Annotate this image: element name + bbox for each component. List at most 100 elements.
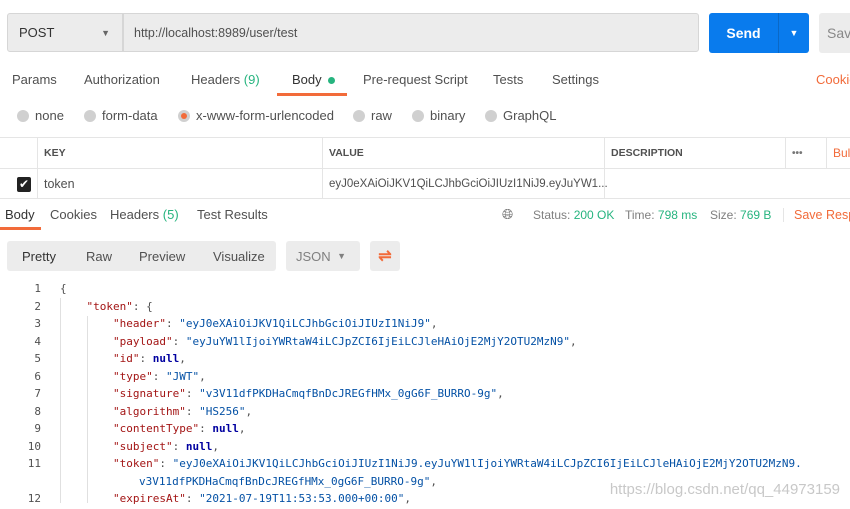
param-value-input[interactable]: eyJ0eXAiOiJKV1QiLCJhbGciOiJIUzI1NiJ9.eyJ… bbox=[323, 169, 608, 199]
code-line: "algorithm": "HS256", bbox=[113, 404, 253, 418]
status-label: Status: bbox=[533, 208, 571, 222]
response-tab-test-results[interactable]: Test Results bbox=[197, 207, 268, 222]
cookies-link[interactable]: Cookies bbox=[816, 72, 850, 87]
json-key: "token" bbox=[86, 299, 133, 313]
format-select[interactable]: JSON ▼ bbox=[286, 241, 360, 271]
line-number: 5 bbox=[34, 352, 41, 365]
param-key-input[interactable]: token bbox=[38, 169, 323, 199]
bulk-edit-link[interactable]: Bulk Edit bbox=[826, 138, 850, 168]
tab-authorization[interactable]: Authorization bbox=[84, 72, 160, 87]
line-number: 1 bbox=[34, 282, 41, 295]
save-button[interactable]: Save bbox=[819, 13, 850, 53]
line-number: 3 bbox=[34, 317, 41, 330]
tab-tests[interactable]: Tests bbox=[493, 72, 523, 87]
json-string: "eyJuYW1lIjoiYWRtaW4iLCJpZCI6IjEiLCJleHA… bbox=[185, 334, 570, 348]
check-column-header bbox=[0, 138, 38, 168]
more-options-icon[interactable]: ••• bbox=[786, 138, 826, 168]
radio-label: form-data bbox=[102, 108, 158, 123]
radio-raw[interactable]: raw bbox=[353, 108, 392, 123]
view-raw[interactable]: Raw bbox=[86, 249, 112, 264]
value-column-header: VALUE bbox=[323, 138, 605, 168]
active-response-tab-underline bbox=[0, 227, 41, 230]
tab-label: Headers bbox=[110, 207, 160, 222]
radio-binary[interactable]: binary bbox=[412, 108, 465, 123]
response-tabs: Body Cookies Headers (5) Test Results 🌐︎… bbox=[0, 206, 850, 230]
indent-guide bbox=[60, 298, 61, 503]
active-tab-underline bbox=[277, 93, 347, 96]
row-checkbox[interactable]: ✔ bbox=[0, 169, 38, 199]
method-value: POST bbox=[19, 25, 55, 40]
radio-circle bbox=[485, 109, 497, 122]
save-response-button[interactable]: Save Response bbox=[783, 208, 850, 222]
globe-icon[interactable]: 🌐︎ bbox=[502, 206, 513, 223]
radio-circle-selected bbox=[178, 109, 190, 122]
radio-circle bbox=[412, 109, 424, 122]
json-key: "type" bbox=[113, 369, 153, 383]
json-null: null bbox=[212, 422, 239, 435]
view-visualize[interactable]: Visualize bbox=[213, 249, 265, 264]
radio-circle bbox=[84, 109, 96, 122]
send-button[interactable]: Send ▼ bbox=[709, 13, 809, 53]
radio-label: raw bbox=[371, 108, 392, 123]
body-type-radios: none form-data x-www-form-urlencoded raw… bbox=[0, 108, 850, 126]
code-line: "payload": "eyJuYW1lIjoiYWRtaW4iLCJpZCI6… bbox=[113, 334, 577, 348]
time-readout: Time: 798 ms bbox=[625, 208, 697, 222]
format-value: JSON bbox=[296, 248, 331, 264]
code-line: "id": null, bbox=[113, 352, 186, 365]
line-number: 4 bbox=[34, 334, 41, 348]
code-line: "header": "eyJ0eXAiOiJKV1QiLCJhbGciOiJIU… bbox=[113, 317, 438, 330]
headers-count: (5) bbox=[162, 207, 179, 222]
json-key: "id" bbox=[113, 352, 140, 365]
line-number: 6 bbox=[34, 369, 41, 383]
json-string: v3V11dfPKDHaCmqfBnDcJREGfHMx_0gG6F_BURRO… bbox=[139, 474, 431, 488]
json-key: "expiresAt" bbox=[113, 492, 186, 505]
line-number: 9 bbox=[34, 422, 41, 435]
url-input[interactable]: http://localhost:8989/user/test bbox=[123, 13, 699, 52]
status-readout: Status: 200 OK bbox=[533, 208, 614, 222]
tab-settings[interactable]: Settings bbox=[552, 72, 599, 87]
radio-none[interactable]: none bbox=[17, 108, 64, 123]
description-column-header: DESCRIPTION bbox=[605, 138, 786, 168]
json-string: "2021-07-19T11:53:53.000+00:00" bbox=[199, 492, 405, 505]
param-description-input[interactable] bbox=[605, 169, 850, 199]
size-label: Size: bbox=[710, 208, 737, 222]
view-preview[interactable]: Preview bbox=[139, 249, 185, 264]
response-tab-body[interactable]: Body bbox=[5, 207, 35, 222]
tab-params[interactable]: Params bbox=[12, 72, 57, 87]
code-line: "type": "JWT", bbox=[113, 369, 206, 383]
line-number: 7 bbox=[34, 387, 41, 400]
code-line: "expiresAt": "2021-07-19T11:53:53.000+00… bbox=[113, 492, 412, 505]
code-line: "token": "eyJ0eXAiOiJKV1QiLCJhbGciOiJIUz… bbox=[113, 457, 802, 470]
wrap-lines-icon[interactable]: ⇌ bbox=[370, 241, 400, 271]
tab-body[interactable]: Body bbox=[292, 72, 335, 87]
json-string: "HS256" bbox=[199, 404, 246, 418]
view-pretty[interactable]: Pretty bbox=[22, 249, 56, 264]
radio-circle bbox=[17, 109, 29, 122]
response-tab-headers[interactable]: Headers (5) bbox=[110, 207, 179, 222]
method-select[interactable]: POST ▼ bbox=[7, 13, 123, 52]
json-key: "contentType" bbox=[113, 422, 200, 435]
tab-pre-request-script[interactable]: Pre-request Script bbox=[363, 72, 468, 87]
tab-headers[interactable]: Headers (9) bbox=[191, 72, 260, 87]
radio-label: GraphQL bbox=[503, 108, 557, 123]
watermark: https://blog.csdn.net/qq_44973159 bbox=[609, 481, 840, 498]
headers-count: (9) bbox=[243, 72, 260, 87]
line-number: 11 bbox=[27, 457, 41, 470]
radio-graphql[interactable]: GraphQL bbox=[485, 108, 556, 123]
json-null: null bbox=[152, 352, 180, 365]
radio-form-data[interactable]: form-data bbox=[84, 108, 158, 123]
request-tabs: Params Authorization Headers (9) Body Pr… bbox=[0, 72, 850, 98]
code-line: "signature": "v3V11dfPKDHaCmqfBnDcJREGfH… bbox=[113, 387, 504, 400]
code-line: { bbox=[60, 282, 67, 295]
response-body-code[interactable]: 1 {2 "token": {3 "header": "eyJ0eXAiOiJKV1Q… bbox=[0, 280, 850, 505]
send-options-chevron-icon[interactable]: ▼ bbox=[778, 13, 809, 53]
time-label: Time: bbox=[625, 208, 655, 222]
json-key: "token" bbox=[113, 457, 160, 470]
code-line: "subject": null, bbox=[113, 439, 219, 453]
response-tab-cookies[interactable]: Cookies bbox=[50, 207, 97, 222]
tab-body-label: Body bbox=[292, 72, 322, 87]
line-number: 8 bbox=[34, 404, 41, 418]
code-line: "contentType": null, bbox=[113, 422, 246, 435]
body-indicator-dot bbox=[327, 77, 335, 85]
radio-x-www-form-urlencoded[interactable]: x-www-form-urlencoded bbox=[178, 108, 334, 123]
